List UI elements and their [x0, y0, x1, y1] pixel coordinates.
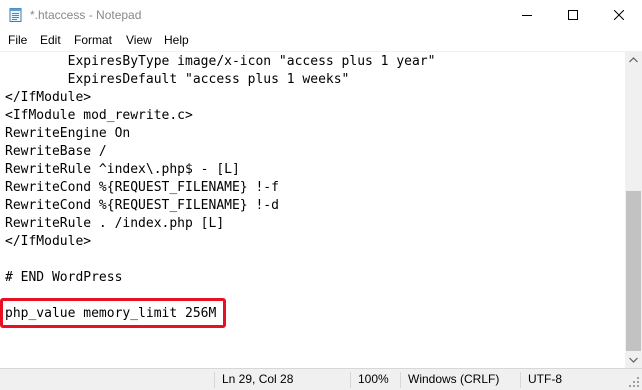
- minimize-icon: [522, 15, 532, 16]
- resize-grip-icon[interactable]: [628, 376, 640, 388]
- menu-bar: File Edit Format View Help: [0, 30, 642, 51]
- code-line: RewriteRule . /index.php [L]: [5, 216, 225, 231]
- chevron-up-icon: [629, 56, 638, 62]
- status-separator: [400, 372, 401, 388]
- chevron-down-icon: [629, 357, 638, 363]
- code-line: <IfModule mod_rewrite.c>: [5, 108, 193, 123]
- close-icon: [614, 10, 624, 20]
- cursor-position: Ln 29, Col 28: [222, 372, 294, 386]
- scroll-down-button[interactable]: [625, 351, 642, 368]
- window-title: *.htaccess - Notepad: [30, 8, 142, 22]
- code-line: RewriteCond %{REQUEST_FILENAME} !-d: [5, 198, 279, 213]
- code-line: RewriteEngine On: [5, 126, 131, 141]
- maximize-button[interactable]: [550, 0, 596, 30]
- code-line: ExpiresByType image/x-icon "access plus …: [5, 54, 436, 69]
- status-bar: Ln 29, Col 28 100% Windows (CRLF) UTF-8: [0, 368, 642, 390]
- code-line: </IfModule>: [5, 234, 92, 249]
- status-separator: [214, 372, 215, 388]
- code-line: # END WordPress: [5, 270, 123, 285]
- maximize-icon: [568, 10, 578, 20]
- close-button[interactable]: [596, 0, 642, 30]
- code-line: RewriteCond %{REQUEST_FILENAME} !-f: [5, 180, 279, 195]
- menu-view[interactable]: View: [126, 33, 152, 48]
- title-bar[interactable]: *.htaccess - Notepad: [0, 0, 642, 30]
- status-separator: [350, 372, 351, 388]
- code-line: RewriteRule ^index\.php$ - [L]: [5, 162, 240, 177]
- notepad-icon: [8, 7, 24, 23]
- zoom-level: 100%: [358, 372, 389, 386]
- code-line: ExpiresDefault "access plus 1 weeks": [5, 72, 350, 87]
- highlight-box: [0, 298, 226, 328]
- notepad-window: *.htaccess - Notepad File Edit Format Vi…: [0, 0, 642, 390]
- menu-edit[interactable]: Edit: [40, 33, 61, 48]
- menu-format[interactable]: Format: [74, 33, 112, 48]
- line-endings: Windows (CRLF): [408, 372, 500, 386]
- menu-help[interactable]: Help: [164, 33, 189, 48]
- encoding: UTF-8: [528, 372, 562, 386]
- code-line: RewriteBase /: [5, 144, 107, 159]
- status-separator: [520, 372, 521, 388]
- minimize-button[interactable]: [504, 0, 550, 30]
- code-line: </IfModule>: [5, 90, 92, 105]
- scroll-up-button[interactable]: [625, 51, 642, 68]
- menu-file[interactable]: File: [8, 33, 27, 48]
- vertical-scrollbar[interactable]: [625, 51, 642, 368]
- text-editor[interactable]: ExpiresByType image/x-icon "access plus …: [0, 51, 625, 369]
- scroll-thumb[interactable]: [626, 191, 641, 351]
